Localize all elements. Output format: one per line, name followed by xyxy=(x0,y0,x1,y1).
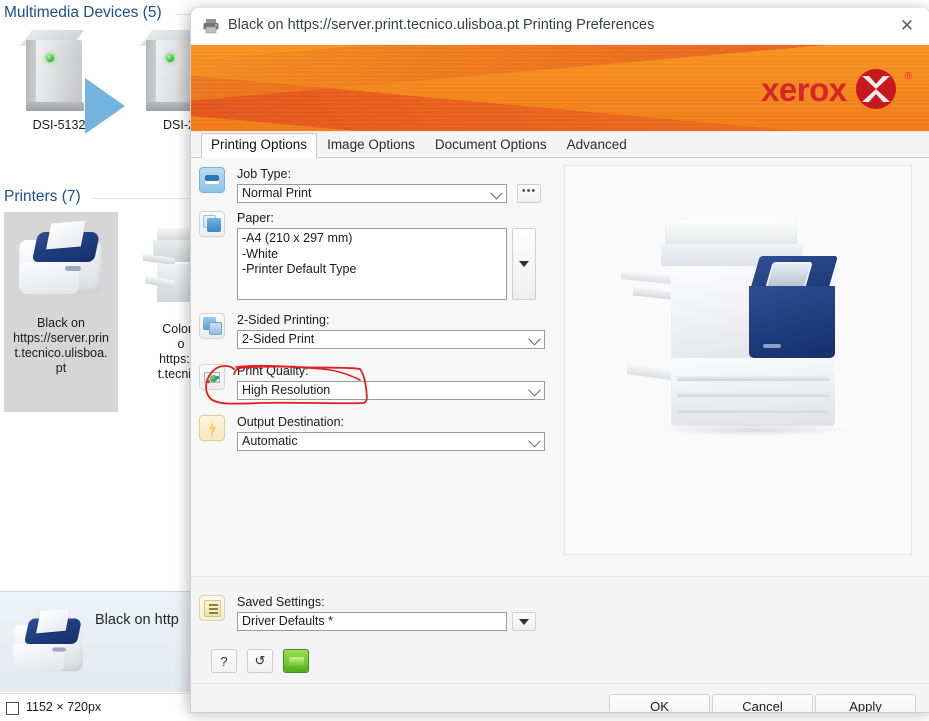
two-sided-icon xyxy=(199,313,225,339)
printer-icon xyxy=(202,18,220,34)
close-icon[interactable]: ✕ xyxy=(884,8,929,44)
section-header-printers: Printers (7) xyxy=(4,188,81,205)
printer-tile-black[interactable]: Black on https://server.prin t.tecnico.u… xyxy=(4,212,118,412)
option-row-print-quality: Print Quality: High Resolution xyxy=(199,364,559,412)
print-quality-icon xyxy=(199,364,225,390)
section-header-multimedia-devices: Multimedia Devices (5) xyxy=(4,4,162,21)
printer-label-line-4: pt xyxy=(55,361,67,375)
print-quality-label: Print Quality: xyxy=(237,364,309,378)
saved-settings-row: Saved Settings: Driver Defaults * xyxy=(199,595,559,643)
option-row-job-type: Job Type: Normal Print ••• xyxy=(199,167,559,215)
paper-dropdown-button[interactable] xyxy=(512,228,536,300)
selected-device-name: Black on http xyxy=(95,612,179,628)
earth-smart-icon xyxy=(288,656,304,666)
job-type-more-button[interactable]: ••• xyxy=(517,184,541,203)
job-type-value: Normal Print xyxy=(242,186,312,200)
output-destination-icon xyxy=(199,415,225,441)
xerox-wordmark: xerox xyxy=(761,70,847,108)
option-row-two-sided: 2-Sided Printing: 2-Sided Print xyxy=(199,313,559,361)
printing-preferences-dialog: Black on https://server.print.tecnico.ul… xyxy=(190,8,929,713)
earth-smart-button[interactable] xyxy=(283,649,309,673)
dialog-action-bar: OK Cancel Apply xyxy=(191,683,929,712)
printer-label-line-3: t.tecnico.ulisboa. xyxy=(14,346,108,360)
printer-blue-icon xyxy=(8,608,88,682)
status-dimensions: 1152 × 720px xyxy=(26,700,102,714)
paper-label: Paper: xyxy=(237,211,274,225)
paper-listbox[interactable]: -A4 (210 x 297 mm) -White -Printer Defau… xyxy=(237,228,507,300)
output-destination-label: Output Destination: xyxy=(237,415,345,429)
section-divider xyxy=(176,14,190,15)
triangle-down-icon xyxy=(519,618,529,625)
tab-document-options[interactable]: Document Options xyxy=(425,133,557,157)
tab-printing-options[interactable]: Printing Options xyxy=(201,133,318,158)
xerox-logo: xerox ® xyxy=(761,69,912,109)
print-quality-combobox[interactable]: High Resolution xyxy=(237,381,545,400)
printer-label-line-2: https://server.prin xyxy=(13,331,109,345)
xerox-banner: xerox ® xyxy=(191,45,929,132)
two-sided-value: 2-Sided Print xyxy=(242,332,315,346)
saved-settings-value: Driver Defaults * xyxy=(242,614,333,628)
saved-settings-combobox[interactable]: Driver Defaults * xyxy=(237,612,507,631)
printing-options-panel: Job Type: Normal Print ••• Paper: -A4 (2… xyxy=(191,158,929,577)
output-destination-value: Automatic xyxy=(242,434,298,448)
job-type-icon xyxy=(199,167,225,193)
section-divider xyxy=(92,198,190,199)
two-sided-combobox[interactable]: 2-Sided Print xyxy=(237,330,545,349)
paper-value-line-1: -A4 (210 x 297 mm) xyxy=(242,231,353,245)
dialog-title: Black on https://server.print.tecnico.ul… xyxy=(228,17,655,33)
triangle-down-icon xyxy=(519,261,529,267)
dialog-footer: Saved Settings: Driver Defaults * ? ↺ xyxy=(191,577,929,683)
printer-label-line-1: Black on xyxy=(37,316,85,330)
paper-value-line-3: -Printer Default Type xyxy=(242,262,357,276)
saved-settings-label: Saved Settings: xyxy=(237,595,325,609)
saved-settings-dropdown-button[interactable] xyxy=(512,612,536,631)
registered-mark: ® xyxy=(904,71,912,82)
output-destination-combobox[interactable]: Automatic xyxy=(237,432,545,451)
printer-illustration xyxy=(613,216,853,446)
option-row-paper: Paper: -A4 (210 x 297 mm) -White -Printe… xyxy=(199,211,559,306)
tab-image-options[interactable]: Image Options xyxy=(317,133,425,157)
dimensions-icon xyxy=(6,702,19,715)
two-sided-label: 2-Sided Printing: xyxy=(237,313,330,327)
printer-blue-icon xyxy=(13,220,109,308)
cancel-button[interactable]: Cancel xyxy=(712,694,813,712)
play-overlay-icon xyxy=(85,78,125,134)
tab-bar: Printing Options Image Options Document … xyxy=(191,132,929,158)
restore-defaults-button[interactable]: ↺ xyxy=(247,649,273,673)
ok-button[interactable]: OK xyxy=(609,694,710,712)
printer-preview-panel xyxy=(564,165,912,555)
job-type-label: Job Type: xyxy=(237,167,291,181)
dialog-titlebar: Black on https://server.print.tecnico.ul… xyxy=(191,8,929,45)
chevron-down-icon xyxy=(528,332,541,346)
chevron-down-icon xyxy=(528,383,541,397)
status-bar: 1152 × 720px xyxy=(0,693,191,721)
chevron-down-icon xyxy=(490,186,503,200)
apply-button[interactable]: Apply xyxy=(815,694,916,712)
help-button[interactable]: ? xyxy=(211,649,237,673)
selected-device-detail-strip[interactable] xyxy=(0,591,191,692)
print-quality-value: High Resolution xyxy=(242,383,331,397)
chevron-down-icon xyxy=(528,434,541,448)
saved-settings-icon xyxy=(199,595,225,621)
tab-advanced[interactable]: Advanced xyxy=(557,133,637,157)
paper-value-line-2: -White xyxy=(242,246,279,261)
paper-icon xyxy=(199,211,225,237)
option-row-output-destination: Output Destination: Automatic xyxy=(199,415,559,463)
job-type-combobox[interactable]: Normal Print xyxy=(237,184,507,203)
xerox-sphere-icon xyxy=(855,69,896,109)
